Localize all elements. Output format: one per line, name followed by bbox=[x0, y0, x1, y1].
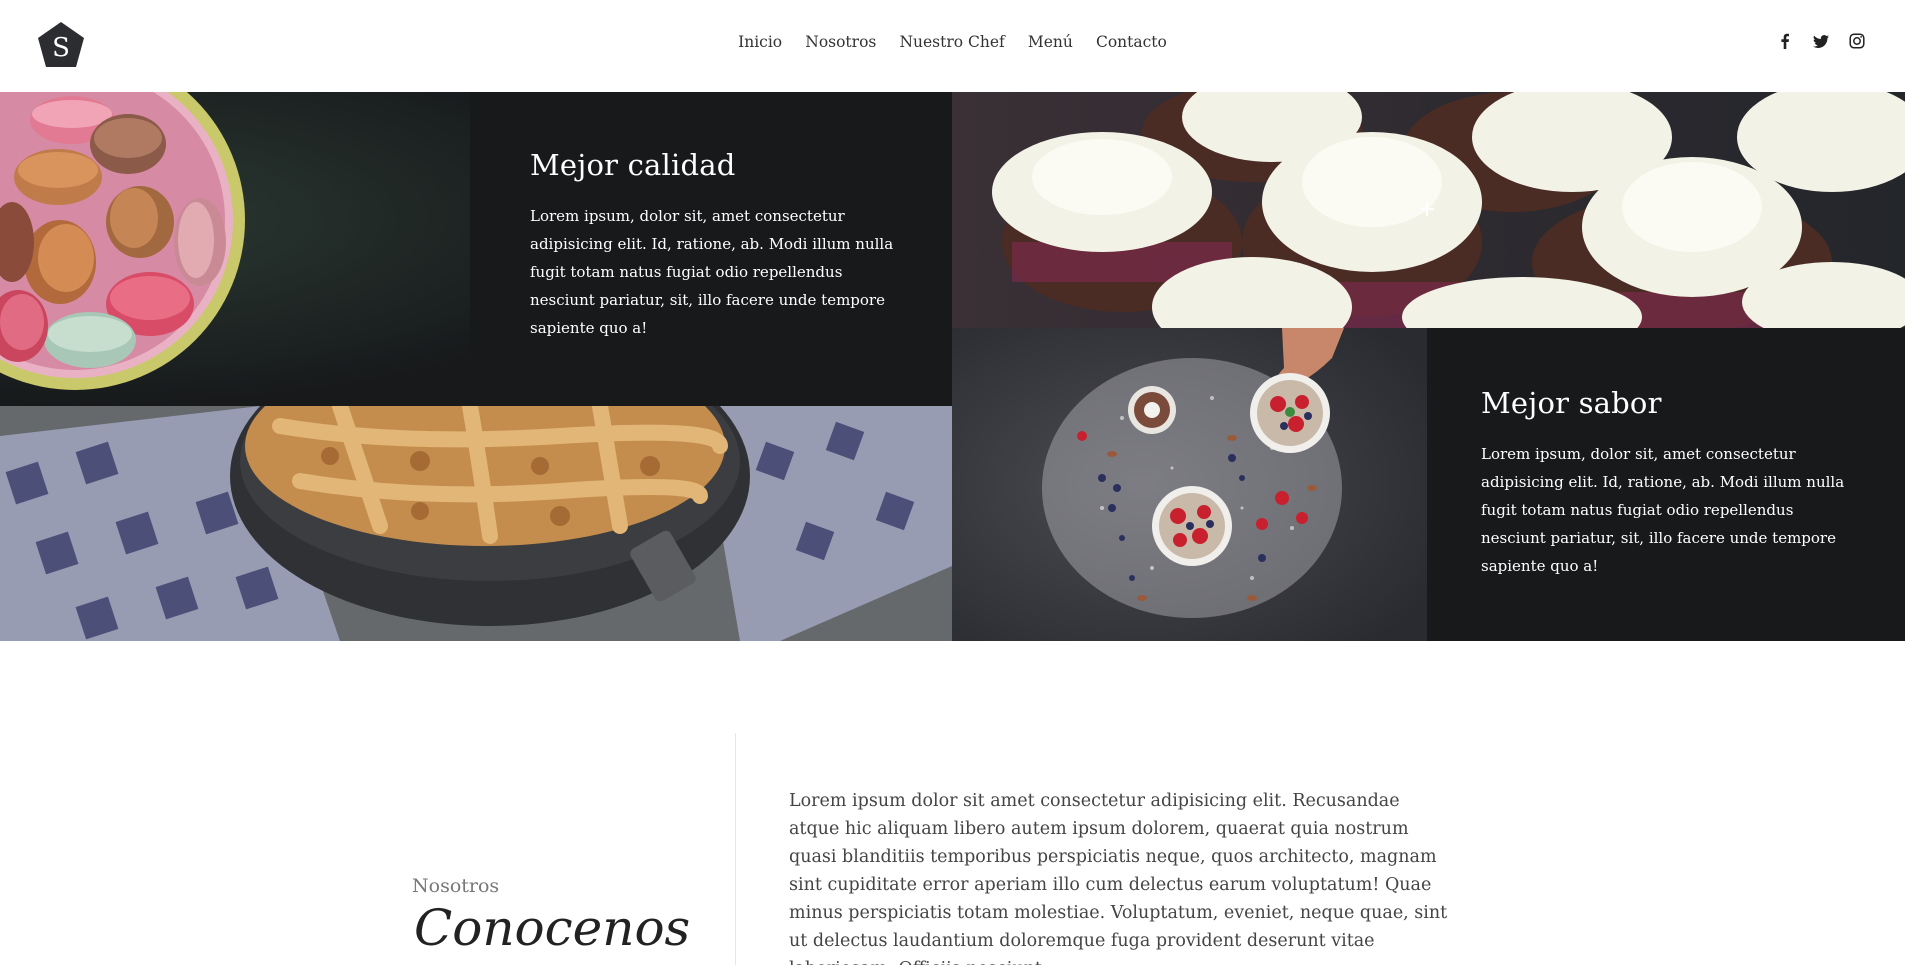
feature-quality-title: Mejor calidad bbox=[530, 148, 736, 182]
facebook-icon[interactable] bbox=[1777, 33, 1793, 49]
about-kicker: Nosotros bbox=[412, 875, 500, 897]
nav-nuestro-chef[interactable]: Nuestro Chef bbox=[899, 33, 1004, 51]
feature-quality-text: Lorem ipsum, dolor sit, amet consectetur… bbox=[530, 207, 894, 337]
nav-menu[interactable]: Menú bbox=[1028, 33, 1073, 51]
feature-quality: Mejor calidad Lorem ipsum, dolor sit, am… bbox=[530, 148, 900, 342]
twitter-icon[interactable] bbox=[1813, 33, 1829, 49]
instagram-icon[interactable] bbox=[1849, 33, 1865, 49]
apple-pie-image bbox=[0, 406, 952, 641]
social-links bbox=[1777, 33, 1865, 49]
plus-icon bbox=[1420, 202, 1434, 216]
nav-contacto[interactable]: Contacto bbox=[1096, 33, 1167, 51]
about-body: Lorem ipsum dolor sit amet consectetur a… bbox=[789, 791, 1448, 965]
berries-image bbox=[952, 328, 1427, 641]
about-section: Nosotros Conocenos Lorem ipsum dolor sit… bbox=[0, 641, 1905, 965]
site-header: S Inicio Nosotros Nuestro Chef Menú Cont… bbox=[0, 0, 1905, 92]
feature-taste: Mejor sabor Lorem ipsum, dolor sit, amet… bbox=[1481, 386, 1861, 580]
nav-nosotros[interactable]: Nosotros bbox=[805, 33, 876, 51]
about-divider bbox=[735, 733, 736, 965]
main-nav: Inicio Nosotros Nuestro Chef Menú Contac… bbox=[0, 32, 1905, 51]
nav-inicio[interactable]: Inicio bbox=[738, 33, 782, 51]
feature-quality-panel: Mejor calidad Lorem ipsum, dolor sit, am… bbox=[0, 92, 952, 406]
feature-taste-text: Lorem ipsum, dolor sit, amet consectetur… bbox=[1481, 445, 1845, 575]
feature-taste-title: Mejor sabor bbox=[1481, 386, 1662, 420]
features-grid: Mejor calidad Lorem ipsum, dolor sit, am… bbox=[0, 92, 1905, 641]
feature-taste-panel: Mejor sabor Lorem ipsum, dolor sit, amet… bbox=[1427, 328, 1905, 641]
about-title: Conocenos bbox=[414, 899, 691, 957]
